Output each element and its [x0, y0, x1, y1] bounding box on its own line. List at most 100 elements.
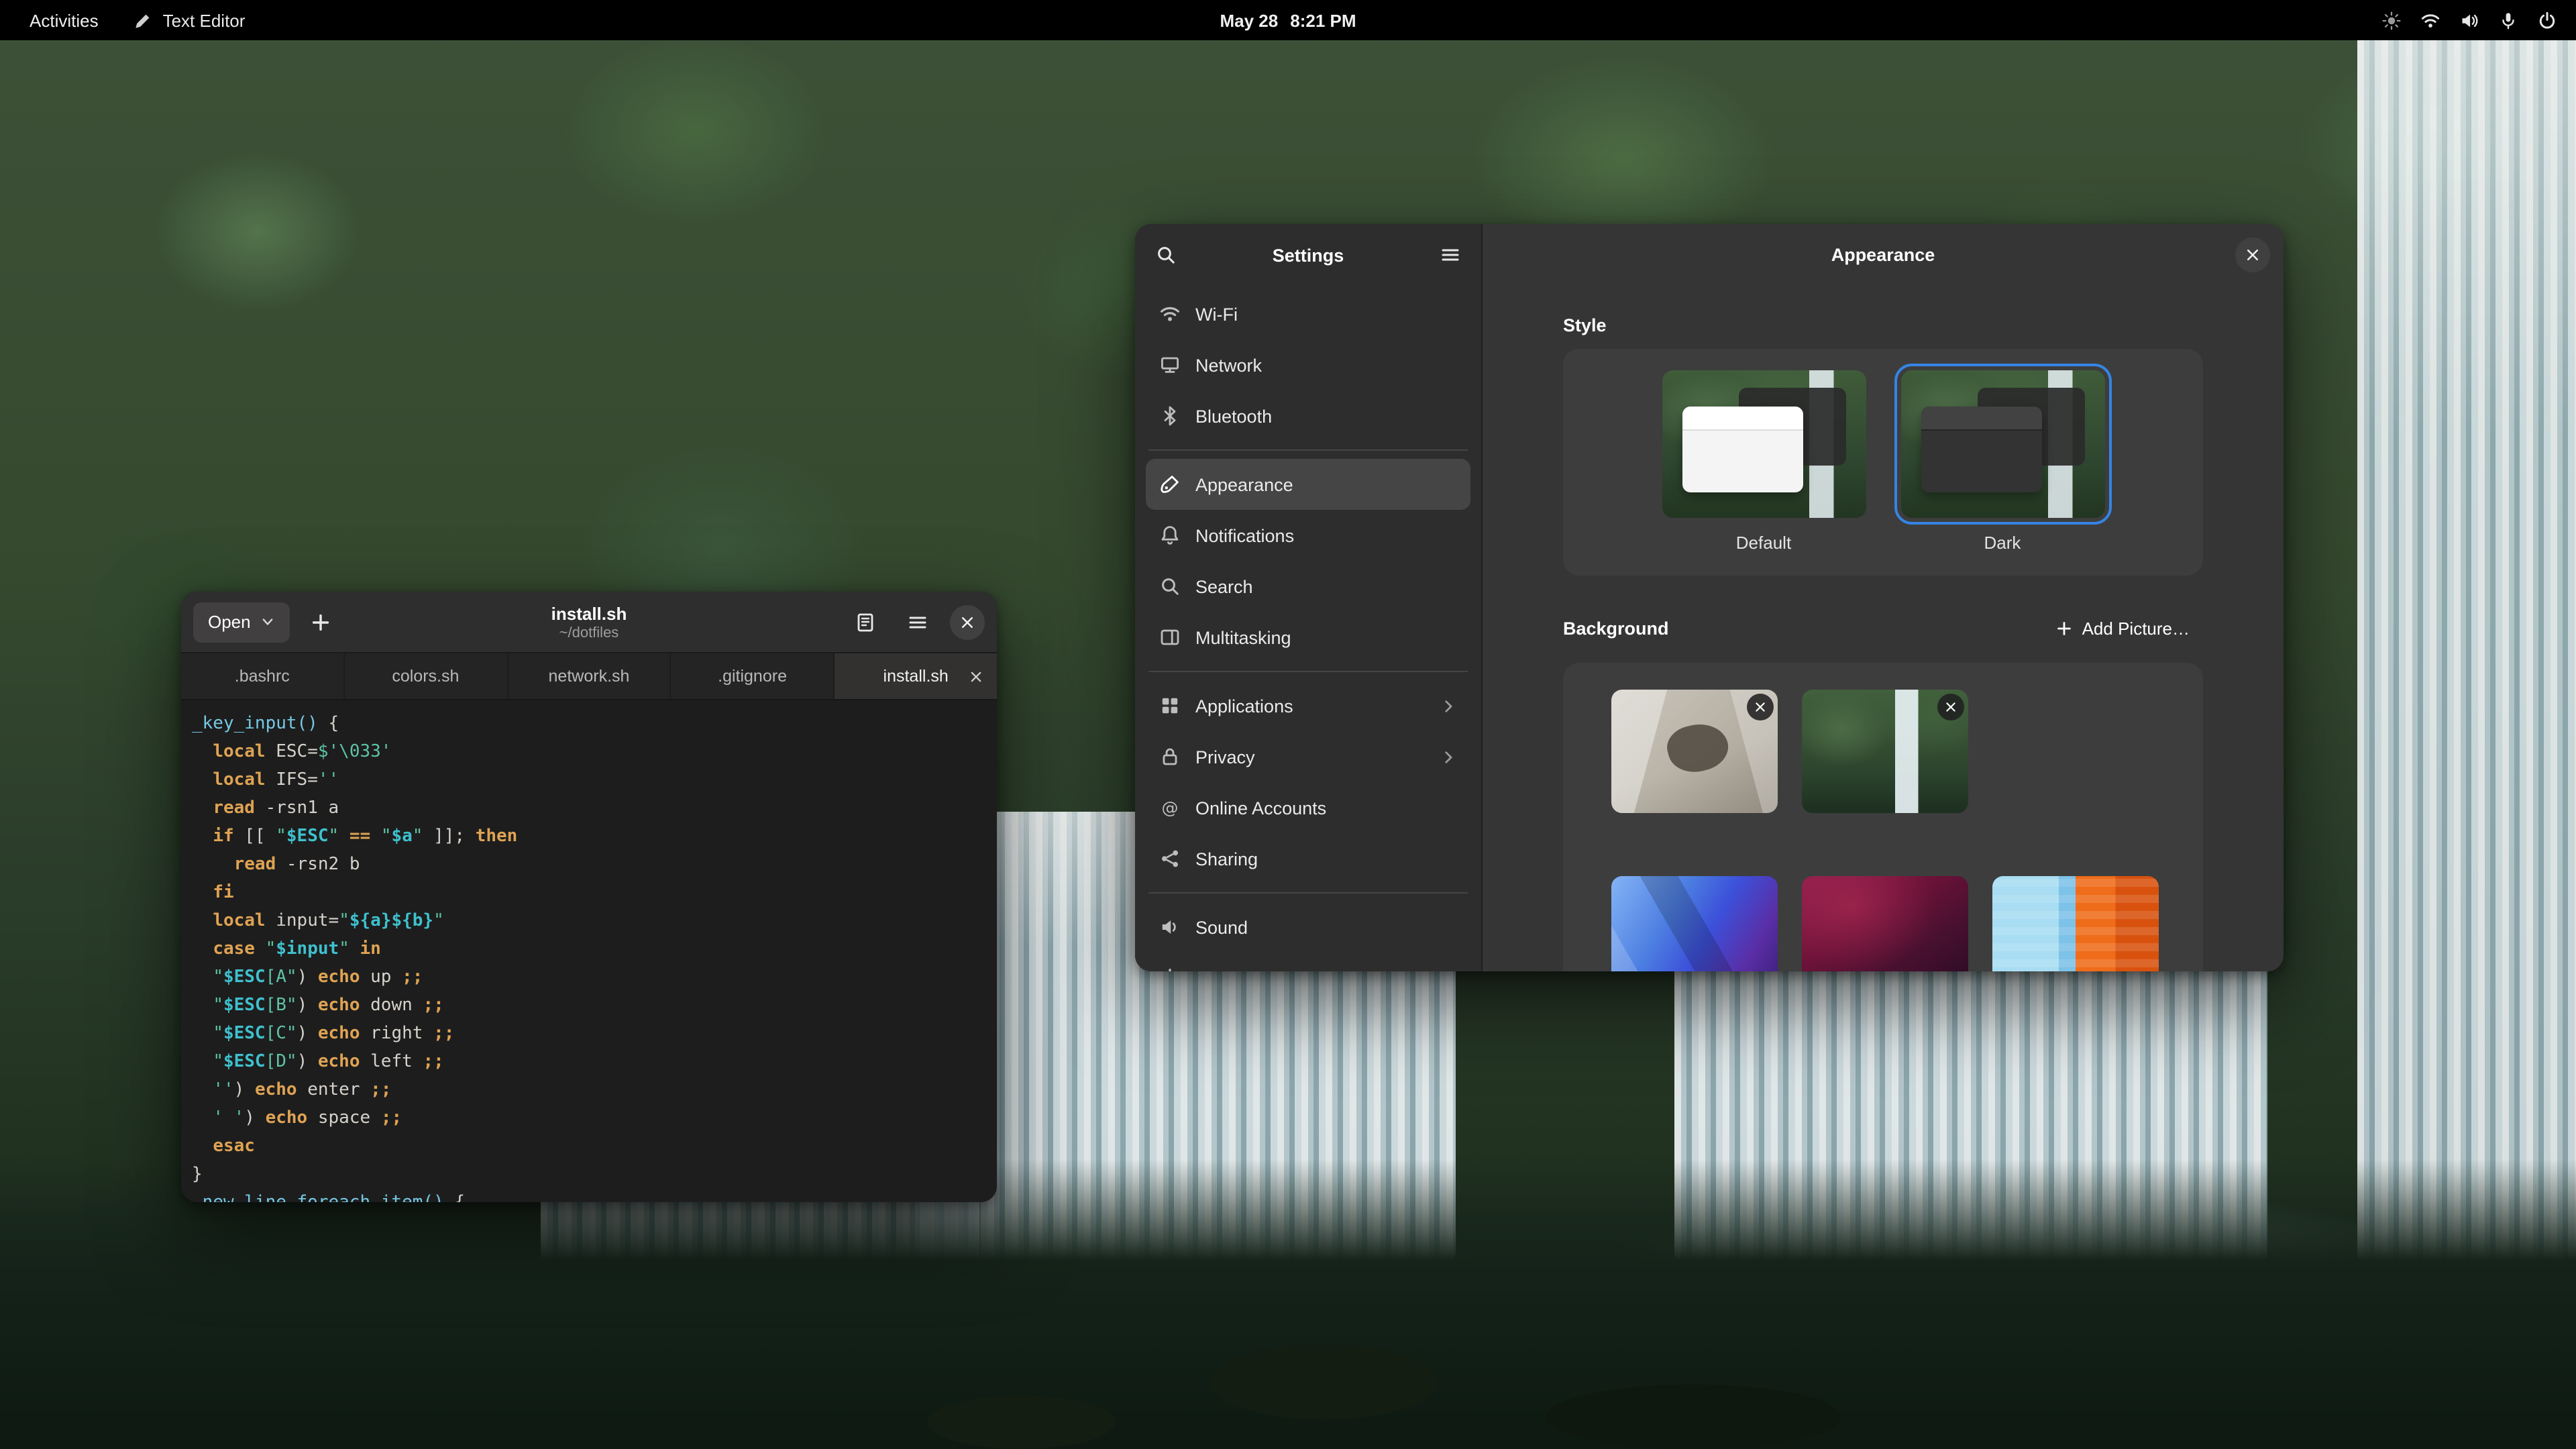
wallpaper-thumb-forest-waterfall[interactable]: [1802, 690, 1968, 813]
sidebar-item-multitasking[interactable]: Multitasking: [1146, 612, 1470, 663]
tab-label: colors.sh: [392, 667, 459, 686]
settings-menu-button[interactable]: [1430, 235, 1470, 275]
editor-title: install.sh ~/dotfiles: [551, 603, 627, 641]
preview-front-window: [1921, 407, 2041, 492]
code-line: _new_line_foreach_item() {: [192, 1189, 997, 1202]
sharing-icon: [1159, 848, 1181, 869]
online-accounts-icon: @: [1159, 797, 1181, 818]
close-icon: [1944, 700, 1957, 714]
sidebar-item-notifications[interactable]: Notifications: [1146, 510, 1470, 561]
clock-date: May 28: [1220, 10, 1278, 30]
sidebar-item-sound[interactable]: Sound: [1146, 902, 1470, 953]
editor-tab-network-sh[interactable]: network.sh: [508, 653, 672, 699]
main-menu-button[interactable]: [898, 602, 938, 642]
hamburger-menu-icon: [907, 611, 928, 633]
code-area[interactable]: _key_input() { local ESC=$'\033' local I…: [181, 700, 997, 1202]
rock-art: [1546, 1385, 1841, 1449]
wallpaper-thumb-blue-orange-split[interactable]: [1992, 876, 2159, 971]
style-option-dark[interactable]: Dark: [1900, 370, 2104, 576]
wallpaper-thumb-gray-abstract[interactable]: [1611, 690, 1778, 813]
sidebar-item-label: Privacy: [1195, 747, 1255, 767]
preset-wallpapers-row: [1611, 876, 2155, 971]
code-line: "$ESC[D") echo left ;;: [192, 1048, 997, 1076]
sidebar-item-label: Wi-Fi: [1195, 304, 1238, 324]
remove-wallpaper-button[interactable]: [1747, 694, 1774, 720]
bell-icon: [1159, 525, 1181, 546]
chevron-right-icon: [1440, 748, 1457, 765]
wallpaper-thumb-dark-red[interactable]: [1802, 876, 1968, 971]
code-line: }: [192, 1161, 997, 1189]
focused-app-menu[interactable]: Text Editor: [133, 10, 246, 30]
sidebar-item-applications[interactable]: Applications: [1146, 680, 1470, 731]
focused-app-name: Text Editor: [163, 10, 246, 30]
plus-icon: [310, 611, 331, 633]
applications-icon: [1159, 695, 1181, 716]
code-line: local ESC=$'\033': [192, 738, 997, 766]
editor-tab-install-sh[interactable]: install.sh: [835, 653, 997, 699]
code-line: local input="${a}${b}": [192, 907, 997, 935]
code-line: ' ') echo space ;;: [192, 1104, 997, 1132]
sound-icon: [1159, 916, 1181, 938]
style-option-label: Default: [1736, 533, 1791, 553]
sidebar-item-bluetooth[interactable]: Bluetooth: [1146, 390, 1470, 441]
sidebar-item-appearance[interactable]: Appearance: [1146, 459, 1470, 510]
wifi-icon: [2420, 10, 2440, 30]
sidebar-item-power[interactable]: Power: [1146, 953, 1470, 971]
settings-close-button[interactable]: [2235, 237, 2270, 272]
wallpaper-image: [1611, 876, 1778, 971]
sidebar-item-label: Online Accounts: [1195, 798, 1326, 818]
document-path: ~/dotfiles: [551, 625, 627, 641]
code-line: "$ESC[A") echo up ;;: [192, 963, 997, 991]
panel-content: Style DefaultDark Background Add Picture…: [1483, 286, 2284, 971]
volume-icon: [2459, 10, 2479, 30]
clock[interactable]: May 28 8:21 PM: [1220, 0, 1356, 40]
system-status-area[interactable]: [2381, 10, 2557, 30]
preview-front-window: [1682, 407, 1803, 492]
appearance-icon: [1159, 474, 1181, 495]
sidebar-item-label: Network: [1195, 355, 1262, 375]
style-option-default[interactable]: Default: [1662, 370, 1866, 576]
open-button-label: Open: [208, 612, 251, 632]
sidebar-item-sharing[interactable]: Sharing: [1146, 833, 1470, 884]
network-icon: [1159, 354, 1181, 376]
remove-wallpaper-button[interactable]: [1937, 694, 1964, 720]
power-icon: [1159, 967, 1181, 971]
sidebar-item-search[interactable]: Search: [1146, 561, 1470, 612]
sidebar-item-online-accounts[interactable]: @ Online Accounts: [1146, 782, 1470, 833]
add-picture-button[interactable]: Add Picture…: [2042, 610, 2203, 647]
sidebar-item-network[interactable]: Network: [1146, 339, 1470, 390]
sidebar-divider: [1148, 449, 1468, 451]
close-icon: [2245, 247, 2261, 263]
settings-title: Settings: [1191, 245, 1425, 265]
editor-tab-colors-sh[interactable]: colors.sh: [345, 653, 508, 699]
sidebar-divider: [1148, 671, 1468, 672]
close-icon: [1754, 700, 1767, 714]
settings-sidebar: Settings Wi-Fi Network Bluetooth Appearance…: [1135, 224, 1483, 971]
editor-tab-gitignore[interactable]: .gitignore: [672, 653, 835, 699]
new-tab-button[interactable]: [301, 602, 341, 642]
sidebar-item-label: Appearance: [1195, 474, 1293, 494]
settings-window: Settings Wi-Fi Network Bluetooth Appearance…: [1135, 224, 2284, 971]
open-button[interactable]: Open: [193, 602, 290, 642]
style-card: Default Dark: [1563, 349, 2203, 576]
document-panel-button[interactable]: [845, 602, 885, 642]
sidebar-item-label: Sharing: [1195, 849, 1258, 869]
clock-time: 8:21 PM: [1290, 10, 1356, 30]
background-card: [1563, 663, 2203, 971]
editor-close-button[interactable]: [950, 604, 985, 639]
user-wallpapers-row: [1611, 690, 2155, 813]
sidebar-item-wi-fi[interactable]: Wi-Fi: [1146, 288, 1470, 339]
style-section-label: Style: [1563, 315, 2203, 335]
panel-header-bar: Appearance: [1483, 224, 2284, 286]
add-picture-label: Add Picture…: [2082, 619, 2190, 639]
wallpaper-thumb-blue-geometric[interactable]: [1611, 876, 1778, 971]
settings-search-button[interactable]: [1146, 235, 1186, 275]
tab-label: .gitignore: [718, 667, 787, 686]
activities-button[interactable]: Activities: [19, 0, 109, 40]
settings-panel: Appearance Style DefaultDark Background …: [1483, 224, 2284, 971]
code-line: case "$input" in: [192, 935, 997, 963]
top-bar: Activities Text Editor May 28 8:21 PM: [0, 0, 2576, 40]
sidebar-item-privacy[interactable]: Privacy: [1146, 731, 1470, 782]
editor-tab-bashrc[interactable]: .bashrc: [181, 653, 345, 699]
tab-close-button[interactable]: [966, 665, 987, 687]
